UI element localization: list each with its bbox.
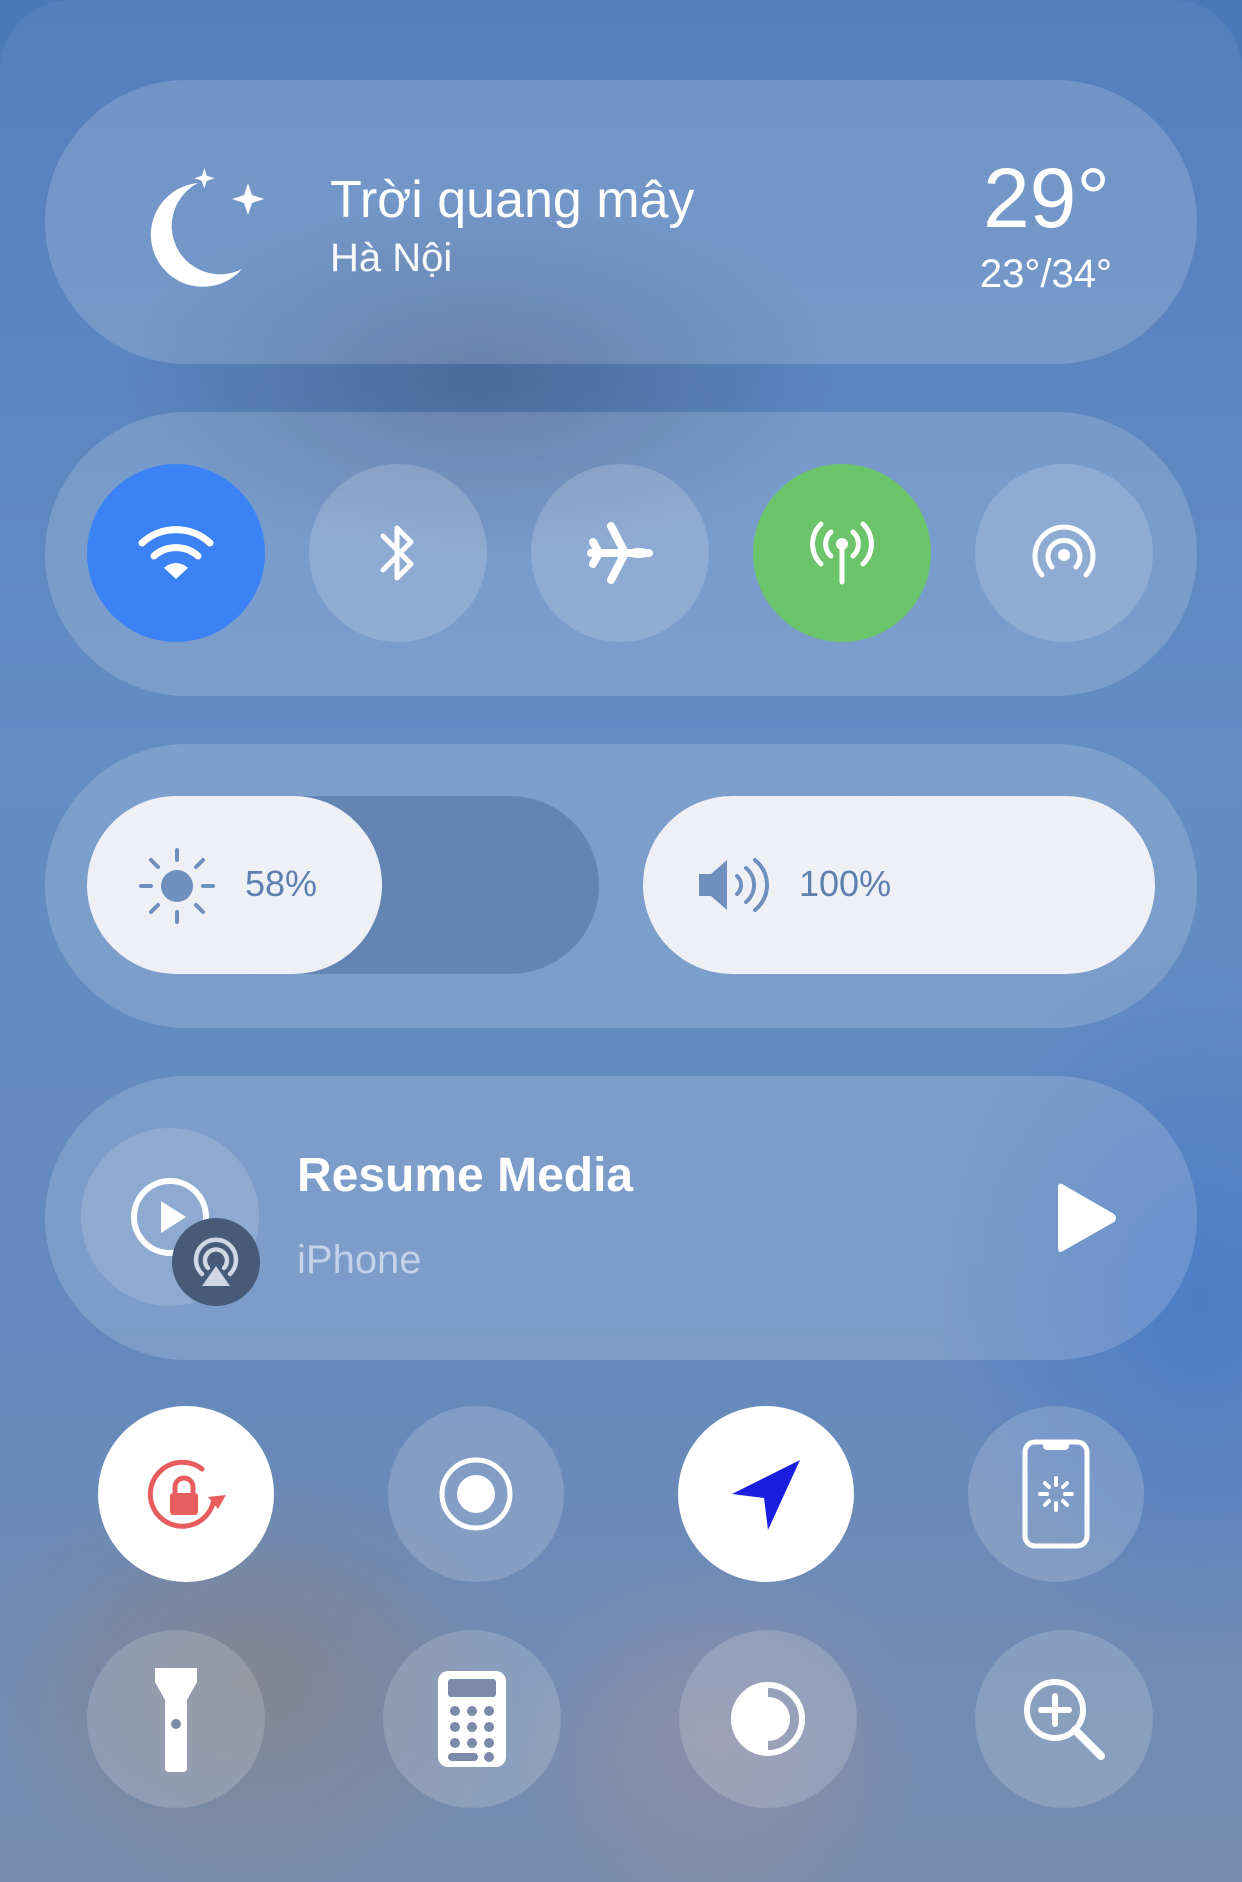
airdrop-button[interactable]	[975, 464, 1153, 642]
contrast-icon	[731, 1682, 805, 1756]
flashlight-button[interactable]	[87, 1630, 265, 1808]
brightness-slider[interactable]: 58%	[87, 796, 599, 974]
wifi-icon	[138, 526, 214, 579]
screen-mirroring-button[interactable]	[968, 1406, 1144, 1582]
airplane-icon	[587, 522, 653, 584]
play-button[interactable]	[1052, 1178, 1122, 1258]
magnifier-icon	[1024, 1679, 1105, 1760]
bluetooth-icon	[380, 525, 414, 581]
weather-condition: Trời quang mây	[330, 171, 695, 229]
cellular-antenna-icon	[810, 521, 874, 585]
location-button[interactable]	[678, 1406, 854, 1582]
brightness-value: 58%	[245, 863, 318, 904]
airplane-mode-button[interactable]	[531, 464, 709, 642]
airdrop-icon	[1032, 524, 1096, 578]
orientation-lock-button[interactable]	[98, 1406, 274, 1582]
magnifier-button[interactable]	[975, 1630, 1153, 1808]
flashlight-icon	[155, 1668, 197, 1772]
phone-loading-icon	[1022, 1439, 1090, 1549]
location-arrow-icon	[732, 1460, 800, 1530]
bluetooth-button[interactable]	[309, 464, 487, 642]
media-device: iPhone	[297, 1238, 422, 1282]
temperature-range: 23°/34°	[979, 252, 1112, 296]
speaker-volume-icon	[699, 858, 769, 912]
record-icon	[439, 1457, 513, 1531]
rotation-lock-icon	[147, 1459, 226, 1529]
moon-stars-icon	[150, 168, 264, 287]
volume-slider[interactable]: 100%	[643, 796, 1155, 974]
weather-location: Hà Nội	[330, 236, 453, 280]
media-title: Resume Media	[297, 1149, 634, 1202]
calculator-icon	[438, 1671, 506, 1767]
brightness-fill	[87, 796, 382, 974]
volume-value: 100%	[799, 863, 892, 904]
calculator-button[interactable]	[383, 1630, 561, 1808]
current-temperature: 29°	[982, 151, 1110, 245]
screen-record-button[interactable]	[388, 1406, 564, 1582]
cellular-data-button[interactable]	[753, 464, 931, 642]
airplay-badge	[172, 1218, 260, 1306]
sun-icon	[139, 848, 215, 924]
dark-mode-button[interactable]	[679, 1630, 857, 1808]
wifi-button[interactable]	[87, 464, 265, 642]
airplay-audio-icon	[193, 1237, 239, 1286]
